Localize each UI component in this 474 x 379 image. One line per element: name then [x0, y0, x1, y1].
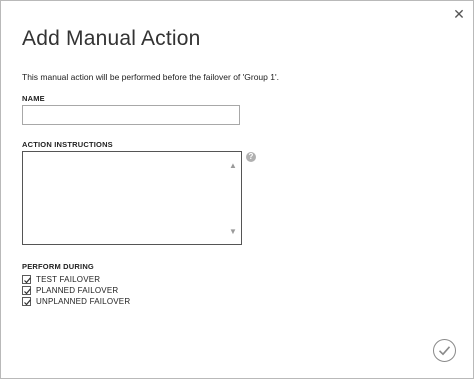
test-failover-option[interactable]: TEST FAILOVER — [22, 274, 100, 285]
textarea-scrollbar[interactable]: ▲ ▼ — [225, 152, 241, 244]
name-label: NAME — [22, 94, 45, 103]
planned-failover-option[interactable]: PLANNED FAILOVER — [22, 285, 118, 296]
action-instructions-field: ▲ ▼ — [22, 151, 242, 245]
unplanned-failover-option[interactable]: UNPLANNED FAILOVER — [22, 296, 130, 307]
scroll-up-icon[interactable]: ▲ — [225, 160, 241, 172]
checkmark-icon — [24, 288, 31, 295]
perform-during-label: PERFORM DURING — [22, 262, 94, 271]
action-instructions-textarea[interactable] — [23, 152, 223, 244]
planned-failover-label: PLANNED FAILOVER — [36, 286, 119, 295]
test-failover-checkbox[interactable] — [22, 275, 31, 284]
unplanned-failover-checkbox[interactable] — [22, 297, 31, 306]
dialog-title: Add Manual Action — [22, 27, 201, 50]
close-icon[interactable]: ✕ — [450, 5, 468, 23]
confirm-button[interactable] — [433, 339, 456, 362]
planned-failover-checkbox[interactable] — [22, 286, 31, 295]
dialog-description: This manual action will be performed bef… — [22, 72, 279, 82]
unplanned-failover-label: UNPLANNED FAILOVER — [36, 297, 131, 306]
action-instructions-label: ACTION INSTRUCTIONS — [22, 140, 113, 149]
checkmark-icon — [438, 346, 451, 356]
help-icon[interactable]: ? — [246, 152, 256, 162]
test-failover-label: TEST FAILOVER — [36, 275, 101, 284]
scroll-down-icon[interactable]: ▼ — [225, 226, 241, 238]
checkmark-icon — [24, 277, 31, 284]
name-input[interactable] — [22, 105, 240, 125]
add-manual-action-dialog: ✕ Add Manual Action This manual action w… — [0, 0, 474, 379]
checkmark-icon — [24, 299, 31, 306]
